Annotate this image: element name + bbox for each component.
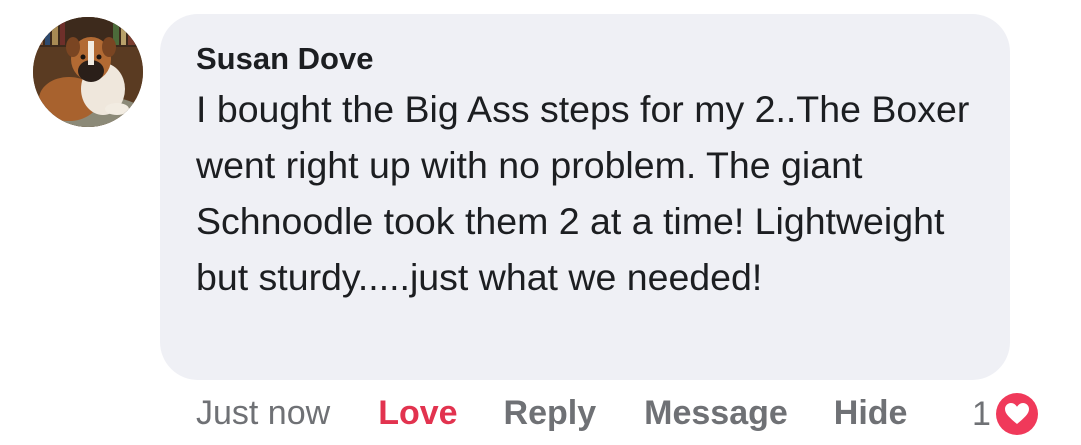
love-button[interactable]: Love xyxy=(378,394,457,433)
message-button[interactable]: Message xyxy=(644,394,788,433)
comment-actions: Just now Love Reply Message Hide xyxy=(196,390,907,436)
comment-text: I bought the Big Ass steps for my 2..The… xyxy=(196,88,970,298)
comment-timestamp: Just now xyxy=(196,393,331,432)
comment-bubble: Susan Dove I bought the Big Ass steps fo… xyxy=(160,14,1010,380)
reaction-summary[interactable]: 1 xyxy=(972,389,1041,439)
comment-author[interactable]: Susan Dove xyxy=(196,40,980,78)
hide-button[interactable]: Hide xyxy=(834,394,908,433)
avatar[interactable] xyxy=(33,17,143,127)
reaction-count: 1 xyxy=(972,394,991,433)
dog-photo xyxy=(33,17,143,127)
heart-icon xyxy=(992,390,1041,438)
reply-button[interactable]: Reply xyxy=(504,394,597,433)
